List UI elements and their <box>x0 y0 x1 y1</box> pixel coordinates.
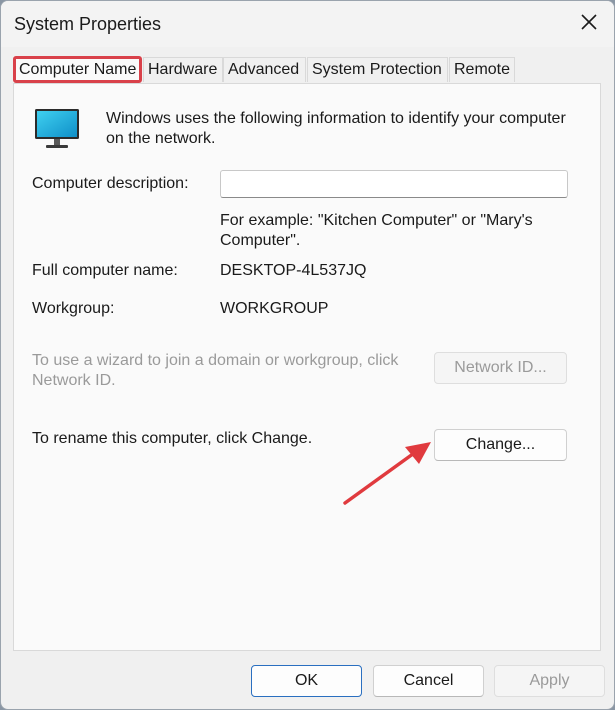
tab-advanced[interactable]: Advanced <box>223 57 306 82</box>
system-properties-window: System Properties Computer Name Hardware… <box>0 0 615 710</box>
example-text: For example: "Kitchen Computer" or "Mary… <box>220 212 533 249</box>
tab-hardware[interactable]: Hardware <box>143 57 223 82</box>
intro-text: Windows uses the following information t… <box>106 110 566 147</box>
computer-description-input[interactable] <box>220 170 568 198</box>
wizard-text: To use a wizard to join a domain or work… <box>32 352 399 389</box>
monitor-icon <box>35 109 79 148</box>
network-id-button[interactable]: Network ID... <box>434 352 567 384</box>
rename-text: To rename this computer, click Change. <box>32 430 313 447</box>
workgroup-value: WORKGROUP <box>220 300 329 317</box>
change-button[interactable]: Change... <box>434 429 567 461</box>
close-icon[interactable] <box>578 11 600 33</box>
title-bar: System Properties <box>1 1 614 47</box>
window-title: System Properties <box>14 14 162 34</box>
tab-computer-name[interactable]: Computer Name <box>13 56 142 83</box>
full-computer-name-label: Full computer name: <box>32 262 178 279</box>
tab-system-protection[interactable]: System Protection <box>307 57 448 82</box>
ok-button[interactable]: OK <box>251 665 362 697</box>
apply-button[interactable]: Apply <box>494 665 605 697</box>
computer-description-label: Computer description: <box>32 175 189 192</box>
tab-remote[interactable]: Remote <box>449 57 515 82</box>
computer-name-panel: Windows uses the following information t… <box>13 83 601 651</box>
cancel-button[interactable]: Cancel <box>373 665 484 697</box>
full-computer-name-value: DESKTOP-4L537JQ <box>220 262 367 279</box>
workgroup-label: Workgroup: <box>32 300 115 317</box>
